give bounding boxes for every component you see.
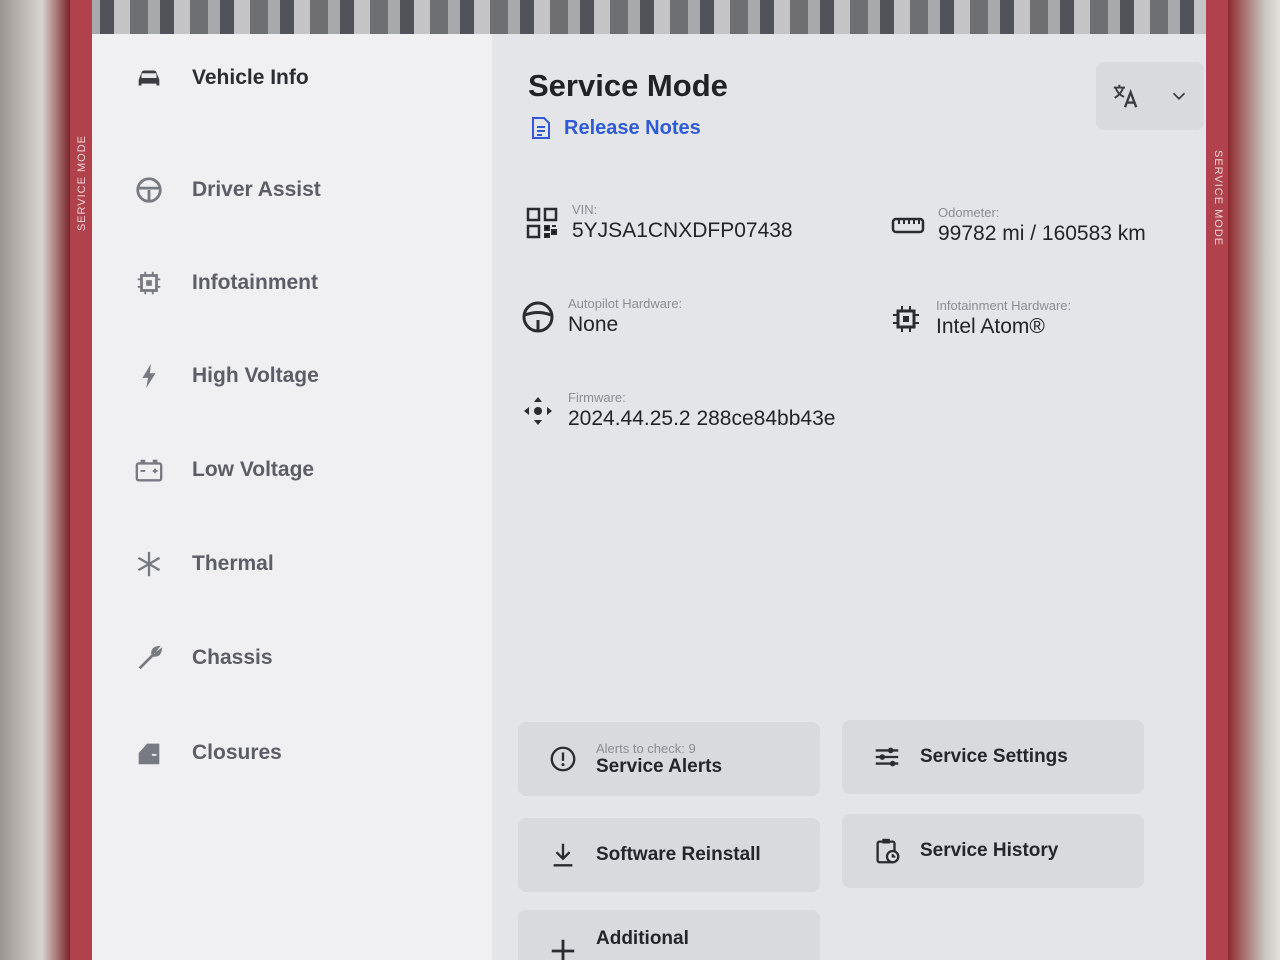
- steering-wheel-icon: [518, 297, 558, 337]
- firmware-icon: [518, 391, 558, 431]
- screen-bezel-left: [0, 0, 70, 960]
- service-mode-side-label: SERVICE MODE: [1212, 150, 1224, 247]
- sidebar-item-label: Chassis: [192, 646, 273, 669]
- release-notes-label: Release Notes: [564, 116, 701, 139]
- sidebar-item-chassis[interactable]: Chassis: [132, 638, 273, 678]
- autopilot-hardware-value: None: [568, 313, 619, 336]
- service-mode-side-label: SERVICE MODE: [76, 135, 88, 232]
- firmware-label: Firmware:: [568, 390, 626, 405]
- sidebar-item-label: Vehicle Info: [192, 66, 309, 89]
- wrench-icon: [132, 641, 166, 675]
- odometer-icon: [888, 206, 928, 246]
- sidebar-item-label: Thermal: [192, 552, 274, 575]
- service-history-label: Service History: [920, 840, 1059, 861]
- vin-value: 5YJSA1CNXDFP07438: [572, 219, 793, 242]
- sidebar-item-label: Low Voltage: [192, 458, 315, 481]
- odometer-info: Odometer: 99782 mi / 160583 km: [888, 205, 1146, 246]
- battery-icon: [132, 453, 166, 487]
- download-icon: [546, 838, 580, 872]
- sidebar-item-closures[interactable]: Closures: [132, 733, 282, 773]
- clipboard-history-icon: [870, 834, 904, 868]
- sidebar-item-label: High Voltage: [192, 364, 319, 387]
- language-selector[interactable]: [1096, 62, 1204, 130]
- camera-preview-strip: [70, 0, 1228, 34]
- release-notes-link[interactable]: Release Notes: [530, 116, 701, 140]
- sliders-icon: [870, 740, 904, 774]
- software-reinstall-button[interactable]: Software Reinstall: [518, 818, 820, 892]
- sidebar-item-thermal[interactable]: Thermal: [132, 544, 274, 584]
- service-history-button[interactable]: Service History: [842, 814, 1144, 888]
- qr-code-icon: [522, 203, 562, 243]
- chip-icon: [886, 299, 926, 339]
- service-mode-border-right: SERVICE MODE: [1206, 0, 1228, 960]
- page-title: Service Mode: [528, 68, 728, 103]
- chip-icon: [132, 266, 166, 300]
- plus-icon: [546, 934, 580, 960]
- infotainment-hardware-value: Intel Atom®: [936, 315, 1045, 338]
- firmware-value: 2024.44.25.2 288ce84bb43e: [568, 407, 836, 430]
- additional-resources-label: Additional: [596, 928, 689, 949]
- sidebar: Vehicle Info Driver Assist Infotainment …: [92, 34, 492, 960]
- main-panel: Service Mode Release Notes VIN: 5YJSA1CN…: [492, 34, 1206, 960]
- sidebar-item-high-voltage[interactable]: High Voltage: [132, 356, 319, 396]
- odometer-label: Odometer:: [938, 205, 1000, 220]
- sidebar-item-low-voltage[interactable]: Low Voltage: [132, 450, 314, 490]
- sidebar-item-driver-assist[interactable]: Driver Assist: [132, 170, 321, 210]
- translate-icon: [1113, 84, 1138, 108]
- service-settings-label: Service Settings: [920, 746, 1068, 767]
- service-alerts-button[interactable]: Alerts to check: 9 Service Alerts: [518, 722, 820, 796]
- lightning-icon: [132, 359, 166, 393]
- service-alerts-label: Service Alerts: [596, 755, 723, 777]
- service-mode-border-left: SERVICE MODE: [70, 0, 92, 960]
- steering-wheel-icon: [132, 173, 166, 207]
- alerts-count: Alerts to check: 9: [596, 740, 696, 756]
- screen-bezel-right: [1228, 0, 1280, 960]
- sidebar-item-label: Driver Assist: [192, 178, 321, 201]
- sidebar-item-label: Closures: [192, 741, 282, 764]
- autopilot-hardware-info: Autopilot Hardware: None: [518, 296, 682, 337]
- display-screen: Vehicle Info Driver Assist Infotainment …: [70, 0, 1228, 960]
- sidebar-item-infotainment[interactable]: Infotainment: [132, 263, 318, 303]
- vin-label: VIN:: [572, 202, 598, 217]
- additional-resources-button[interactable]: Additional: [518, 910, 820, 960]
- door-icon: [132, 736, 166, 770]
- document-icon: [532, 117, 550, 139]
- autopilot-hardware-label: Autopilot Hardware:: [568, 296, 683, 311]
- alert-circle-icon: [546, 742, 580, 776]
- software-reinstall-label: Software Reinstall: [596, 844, 761, 865]
- car-icon: [132, 61, 166, 95]
- service-settings-button[interactable]: Service Settings: [842, 720, 1144, 794]
- infotainment-hardware-info: Infotainment Hardware: Intel Atom®: [886, 298, 1071, 339]
- sidebar-item-label: Infotainment: [192, 271, 318, 294]
- infotainment-hardware-label: Infotainment Hardware:: [936, 298, 1072, 313]
- sidebar-item-vehicle-info[interactable]: Vehicle Info: [132, 58, 309, 98]
- chevron-down-icon: [1172, 92, 1186, 100]
- snowflake-icon: [132, 547, 166, 581]
- odometer-value: 99782 mi / 160583 km: [938, 222, 1146, 245]
- firmware-info: Firmware: 2024.44.25.2 288ce84bb43e: [518, 390, 835, 431]
- vin-info: VIN: 5YJSA1CNXDFP07438: [522, 202, 793, 243]
